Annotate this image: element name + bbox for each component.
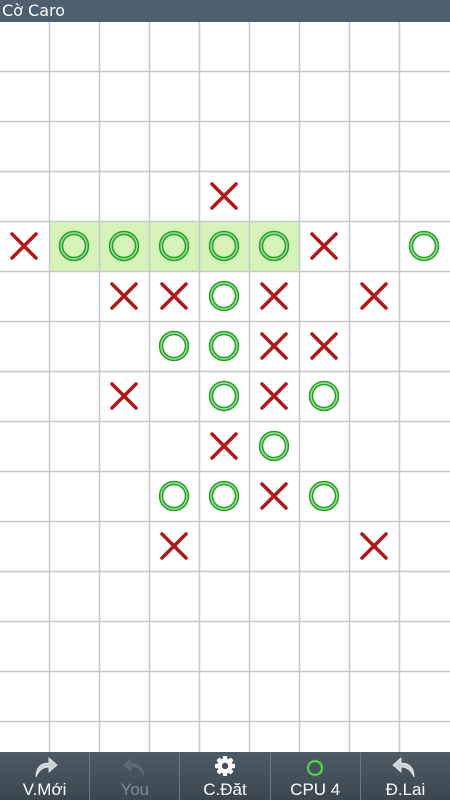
x-piece[interactable] <box>10 232 38 260</box>
you-label: You <box>120 780 150 799</box>
undo-button[interactable]: Đ.Lai <box>361 752 450 800</box>
x-piece[interactable] <box>110 282 138 310</box>
undo-label: Đ.Lai <box>385 780 426 799</box>
undo-arrow-icon <box>392 757 415 778</box>
o-piece[interactable] <box>158 330 190 362</box>
gear-icon <box>215 756 235 776</box>
x-piece[interactable] <box>260 382 288 410</box>
you-turn-button[interactable]: You <box>90 752 181 800</box>
o-piece[interactable] <box>158 480 190 512</box>
winning-cell <box>250 222 300 272</box>
o-piece[interactable] <box>208 380 240 412</box>
winning-cell <box>50 222 100 272</box>
x-piece[interactable] <box>310 232 338 260</box>
cpu-level-button[interactable]: CPU 4 <box>271 752 361 800</box>
o-piece[interactable] <box>408 230 440 262</box>
board-grid[interactable] <box>0 22 450 752</box>
settings-button[interactable]: C.Đăt <box>180 752 271 800</box>
o-piece[interactable] <box>208 480 240 512</box>
x-piece[interactable] <box>160 282 188 310</box>
x-piece[interactable] <box>160 532 188 560</box>
x-piece[interactable] <box>260 482 288 510</box>
x-piece[interactable] <box>260 282 288 310</box>
o-piece-icon <box>306 759 324 777</box>
cpu-level-label: CPU 4 <box>290 780 341 799</box>
app-title-bar: Cờ Caro <box>0 0 450 22</box>
x-piece[interactable] <box>310 332 338 360</box>
o-piece[interactable] <box>208 330 240 362</box>
new-game-label: V.Mới <box>22 780 67 799</box>
x-piece[interactable] <box>360 282 388 310</box>
winning-cell <box>100 222 150 272</box>
redo-arrow-icon <box>35 757 58 778</box>
undo-disabled-icon <box>122 758 144 777</box>
x-piece[interactable] <box>210 432 238 460</box>
x-piece[interactable] <box>260 332 288 360</box>
o-piece[interactable] <box>208 280 240 312</box>
app-title: Cờ Caro <box>2 1 66 20</box>
winning-cell <box>200 222 250 272</box>
game-board[interactable] <box>0 22 450 752</box>
x-piece[interactable] <box>110 382 138 410</box>
o-piece[interactable] <box>308 380 340 412</box>
settings-label: C.Đăt <box>203 780 247 799</box>
new-game-button[interactable]: V.Mới <box>0 752 91 800</box>
bottom-toolbar: V.Mới You C.Đăt CPU 4 Đ.Lai <box>0 752 450 800</box>
x-piece[interactable] <box>210 182 238 210</box>
o-piece[interactable] <box>308 480 340 512</box>
x-piece[interactable] <box>360 532 388 560</box>
o-piece[interactable] <box>258 430 290 462</box>
winning-cell <box>150 222 200 272</box>
